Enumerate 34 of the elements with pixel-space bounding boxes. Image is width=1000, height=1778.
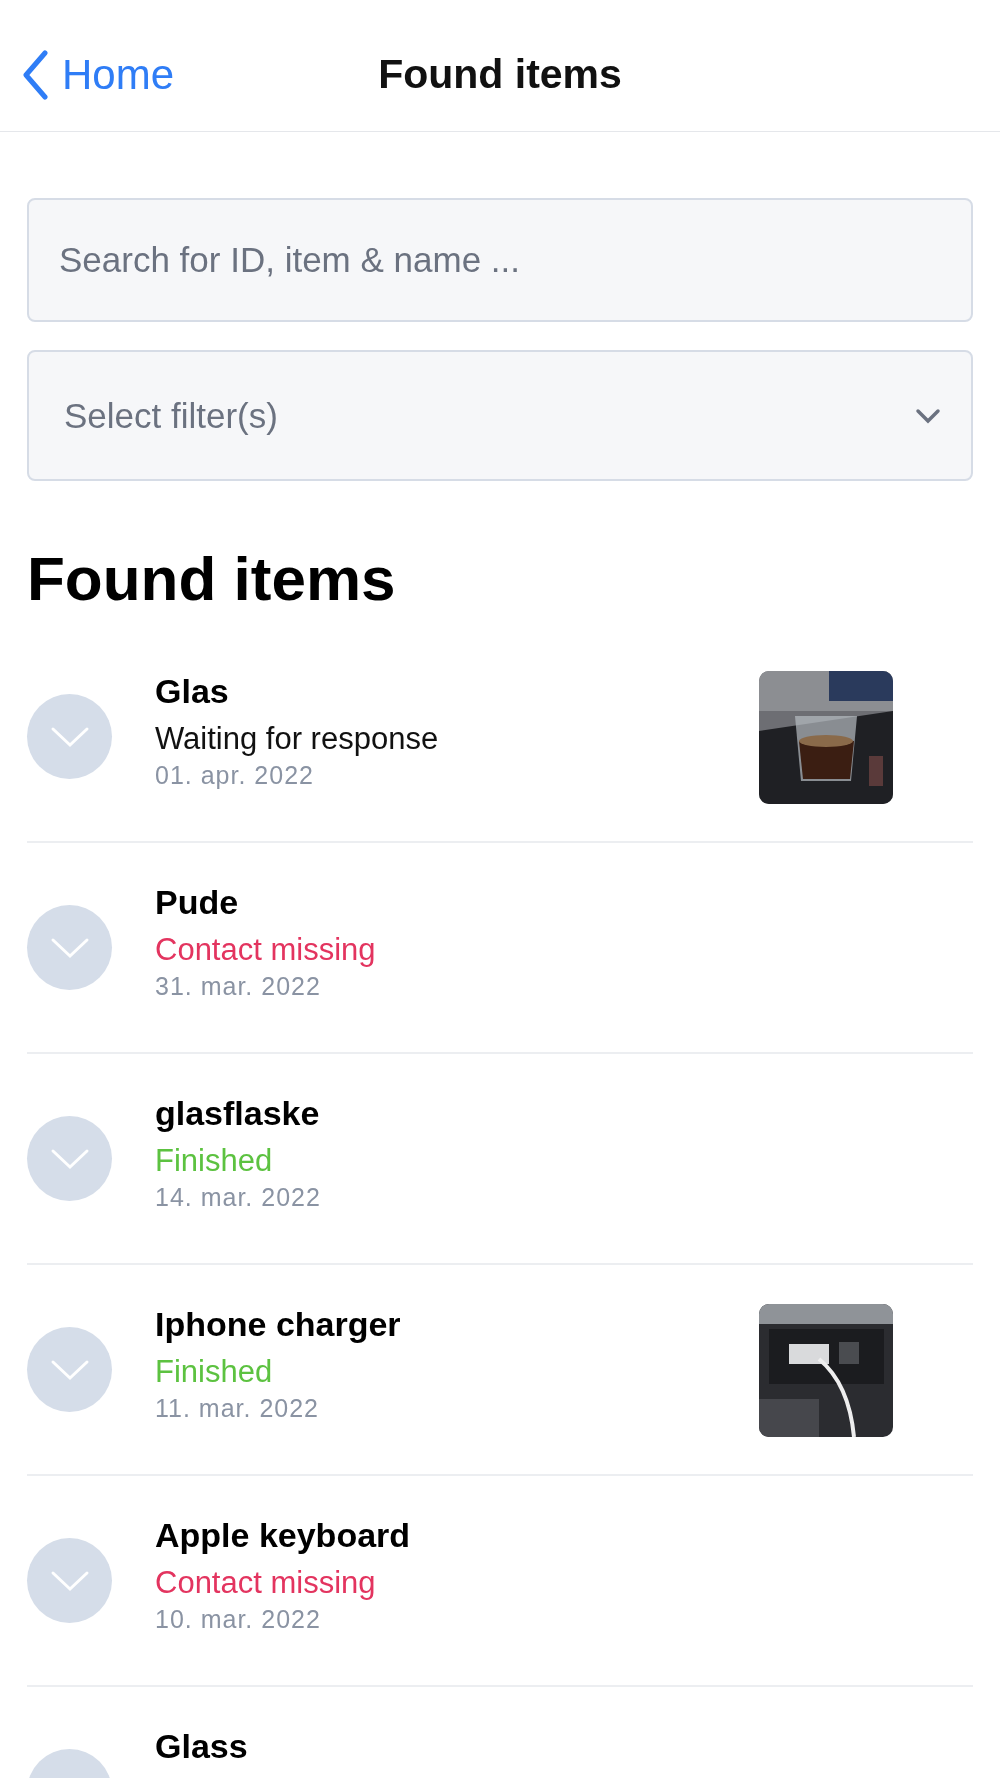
list-item[interactable]: Pude Contact missing 31. mar. 2022 xyxy=(27,843,973,1054)
item-name: Glass xyxy=(155,1727,249,1766)
item-date: 01. apr. 2022 xyxy=(155,761,315,790)
list-item[interactable]: Glass xyxy=(27,1687,973,1778)
list-item[interactable]: Apple keyboard Contact missing 10. mar. 2022 xyxy=(27,1476,973,1687)
item-name: Glas xyxy=(155,672,230,711)
item-status: Contact missing xyxy=(155,1565,377,1601)
item-date: 14. mar. 2022 xyxy=(155,1183,322,1212)
back-link[interactable]: Home xyxy=(22,49,175,100)
item-name: Pude xyxy=(155,883,240,922)
item-date: 31. mar. 2022 xyxy=(155,972,322,1001)
chevron-down-icon xyxy=(49,725,90,748)
item-status: Finished xyxy=(155,1354,274,1390)
chevron-down-icon xyxy=(49,1147,90,1170)
back-icon xyxy=(22,49,48,100)
item-date: 10. mar. 2022 xyxy=(155,1605,322,1634)
item-name: Iphone charger xyxy=(155,1305,402,1344)
item-name: glasflaske xyxy=(155,1094,321,1133)
item-status: Finished xyxy=(155,1143,274,1179)
chevron-down-icon xyxy=(915,407,941,424)
list-item[interactable]: Iphone charger Finished 11. mar. 2022 xyxy=(27,1265,973,1476)
item-status: Contact missing xyxy=(155,932,377,968)
list-item[interactable]: glasflaske Finished 14. mar. 2022 xyxy=(27,1054,973,1265)
chevron-down-icon xyxy=(49,936,90,959)
item-name: Apple keyboard xyxy=(155,1516,412,1555)
section-heading: Found items xyxy=(27,543,397,614)
chevron-down-icon xyxy=(49,1569,90,1592)
search-field[interactable]: Search for ID, item & name ... xyxy=(27,198,973,322)
nav-title: Found items xyxy=(378,51,622,98)
list-item[interactable]: Glas Waiting for response 01. apr. 2022 xyxy=(27,632,973,843)
filter-dropdown[interactable]: Select filter(s) xyxy=(27,350,973,481)
item-date: 11. mar. 2022 xyxy=(155,1394,321,1423)
chevron-down-icon xyxy=(49,1358,90,1381)
item-status: Waiting for response xyxy=(155,721,440,757)
